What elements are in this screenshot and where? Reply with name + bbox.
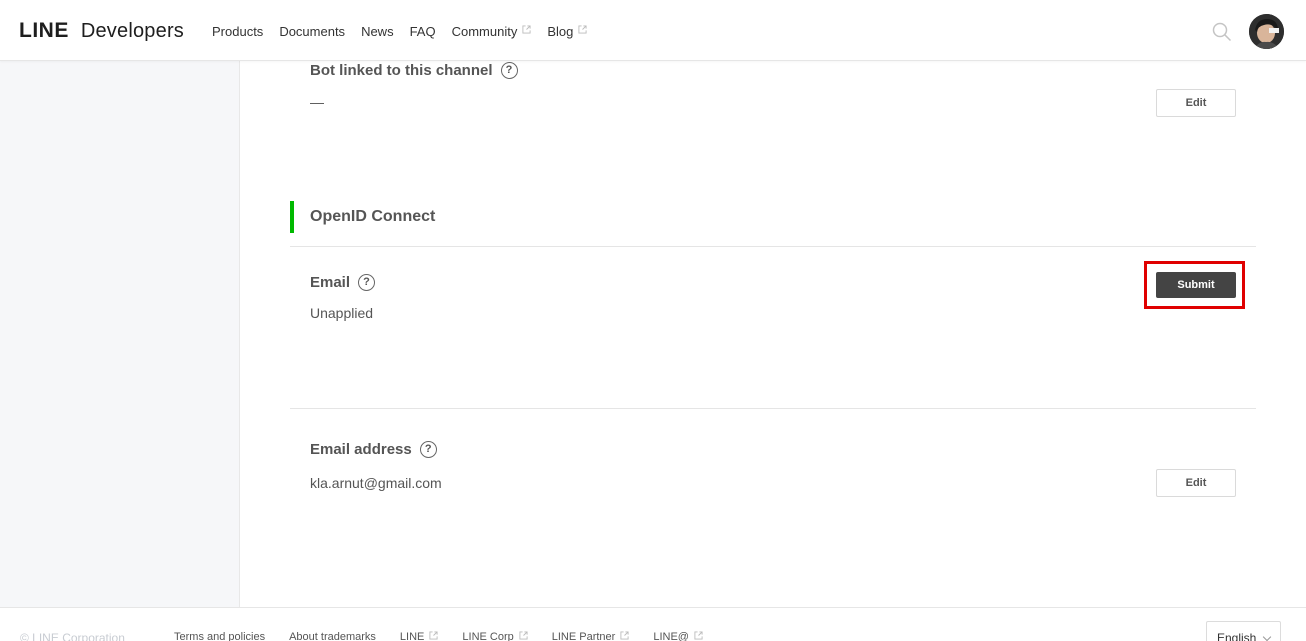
footer-link-line-partner-label: LINE Partner xyxy=(551,631,616,641)
nav-news-label: News xyxy=(361,24,394,39)
nav-documents[interactable]: Documents xyxy=(279,24,345,39)
email-permission-title-text: Email xyxy=(310,274,351,291)
bot-linked-value: — xyxy=(310,94,324,110)
footer-links: Terms and policies About trademarks LINE… xyxy=(174,630,727,641)
field-divider xyxy=(290,408,1256,409)
top-header: LINE Developers Products Documents News … xyxy=(0,0,1306,61)
email-address-edit-button[interactable]: Edit xyxy=(1156,469,1236,497)
email-address-title-text: Email address xyxy=(310,441,412,458)
logo-line-text: LINE xyxy=(19,19,69,42)
nav-news[interactable]: News xyxy=(361,24,394,39)
nav-blog-label: Blog xyxy=(547,24,574,39)
nav-community[interactable]: Community xyxy=(452,24,532,39)
footer-link-line-at[interactable]: LINE@ xyxy=(653,630,703,641)
external-link-icon xyxy=(620,630,629,640)
language-select-value: English xyxy=(1217,631,1257,641)
nav-documents-label: Documents xyxy=(279,24,346,39)
chevron-down-icon xyxy=(1263,632,1272,641)
bot-linked-edit-button[interactable]: Edit xyxy=(1156,89,1236,117)
email-address-value: kla.arnut@gmail.com xyxy=(310,475,442,491)
footer-link-terms[interactable]: Terms and policies xyxy=(174,631,265,641)
main-nav: Products Documents News FAQ Community Bl… xyxy=(212,24,603,39)
external-link-icon xyxy=(519,630,528,640)
help-icon[interactable]: ? xyxy=(358,274,376,291)
footer-link-line-corp-label: LINE Corp xyxy=(462,631,514,641)
bot-linked-title-text: Bot linked to this channel xyxy=(310,62,493,79)
nav-products-label: Products xyxy=(212,24,264,39)
line-developers-logo[interactable]: LINE Developers xyxy=(19,19,184,43)
external-link-icon xyxy=(694,630,703,640)
email-permission-submit-button[interactable]: Submit xyxy=(1156,272,1236,298)
footer-link-line-at-label: LINE@ xyxy=(653,631,689,641)
footer-link-line-label: LINE xyxy=(399,631,425,641)
openid-connect-section-title: OpenID Connect xyxy=(310,208,436,225)
help-icon[interactable]: ? xyxy=(419,441,437,458)
search-icon[interactable] xyxy=(1212,22,1232,42)
email-address-title: Email address ? xyxy=(310,441,437,458)
nav-products[interactable]: Products xyxy=(212,24,263,39)
external-link-icon xyxy=(522,25,531,34)
avatar-photo-icon xyxy=(1249,14,1284,49)
footer-link-terms-label: Terms and policies xyxy=(174,631,266,641)
footer-link-trademarks[interactable]: About trademarks xyxy=(289,631,376,641)
footer-link-trademarks-label: About trademarks xyxy=(289,631,376,641)
bot-linked-title: Bot linked to this channel ? xyxy=(310,62,518,79)
external-link-icon xyxy=(429,630,438,640)
page-footer: © LINE Corporation Terms and policies Ab… xyxy=(0,607,1306,641)
footer-link-line-partner[interactable]: LINE Partner xyxy=(551,630,630,641)
section-divider xyxy=(290,246,1256,247)
email-permission-title: Email ? xyxy=(310,274,376,291)
channel-settings-content: Bot linked to this channel ? — Edit Open… xyxy=(240,61,1306,607)
left-sidebar xyxy=(0,61,240,607)
nav-faq-label: FAQ xyxy=(409,24,436,39)
section-accent-bar xyxy=(290,201,294,233)
email-permission-status: Unapplied xyxy=(310,305,374,321)
nav-faq[interactable]: FAQ xyxy=(410,24,436,39)
logo-developers-text: Developers xyxy=(80,20,185,42)
help-icon[interactable]: ? xyxy=(500,62,518,79)
footer-link-line[interactable]: LINE xyxy=(399,630,438,641)
nav-blog[interactable]: Blog xyxy=(547,24,587,39)
language-select[interactable]: English xyxy=(1206,621,1281,641)
user-avatar[interactable] xyxy=(1249,14,1284,49)
external-link-icon xyxy=(578,25,587,34)
nav-community-label: Community xyxy=(451,24,518,39)
footer-copyright: © LINE Corporation xyxy=(20,631,125,641)
footer-link-line-corp[interactable]: LINE Corp xyxy=(462,630,528,641)
